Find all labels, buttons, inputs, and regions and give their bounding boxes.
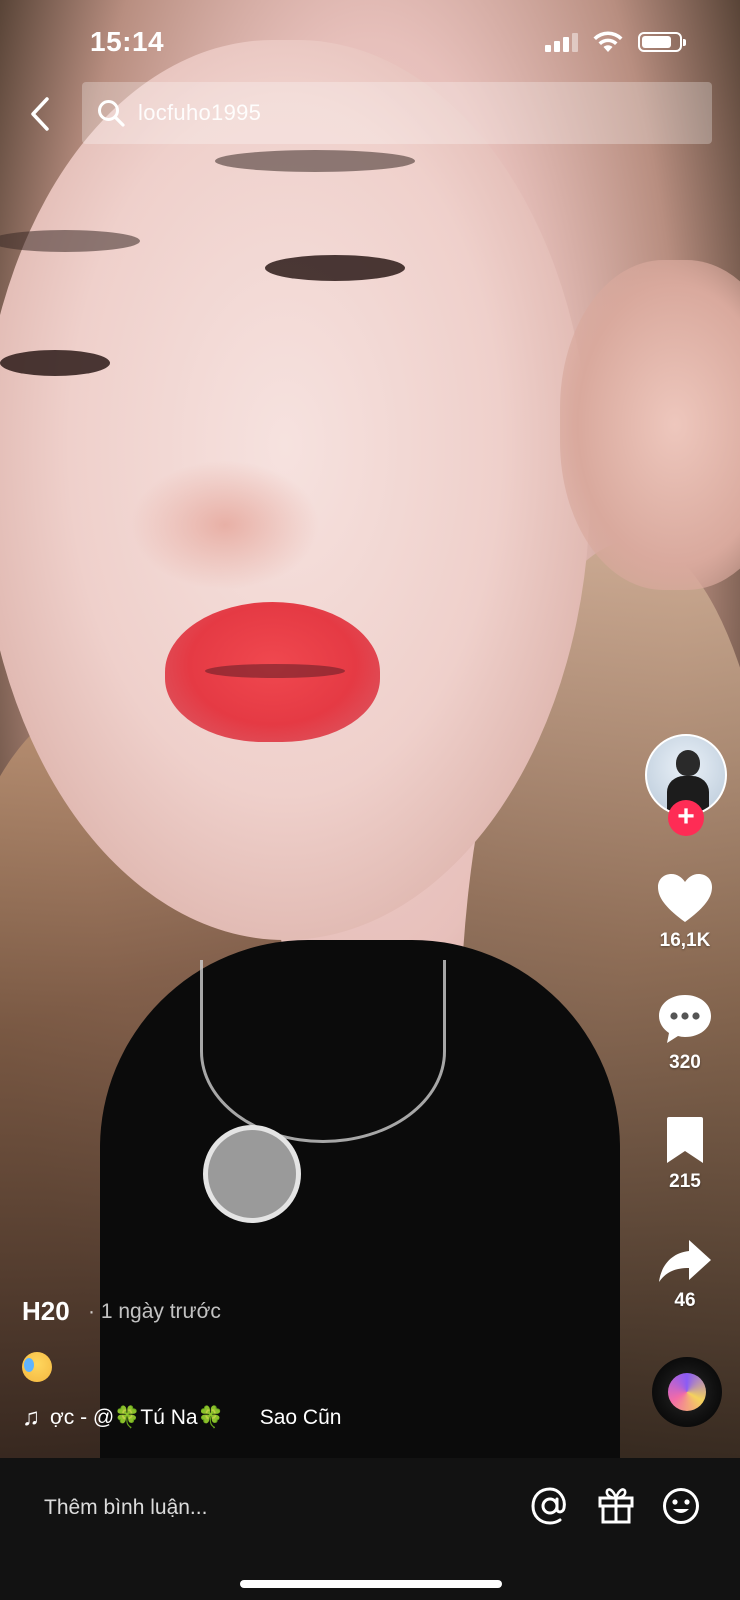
emoji-icon[interactable] bbox=[661, 1486, 701, 1526]
search-bar[interactable]: locfuho1995 bbox=[82, 82, 712, 144]
video-brow-right bbox=[215, 150, 415, 172]
video-lips-line bbox=[205, 664, 345, 678]
share-action[interactable]: 46 bbox=[640, 1238, 730, 1312]
comment-count: 320 bbox=[669, 1052, 701, 1073]
search-query-text: locfuho1995 bbox=[138, 100, 262, 125]
wifi-icon bbox=[593, 31, 623, 52]
comment-icon[interactable] bbox=[656, 992, 714, 1046]
sad-sweat-emoji-icon bbox=[22, 1352, 52, 1382]
music-info[interactable]: ♫ ợc - @🍀Tú Na🍀 Sao Cũn bbox=[22, 1404, 341, 1432]
comment-input[interactable]: Thêm bình luận... bbox=[44, 1496, 207, 1520]
back-button[interactable] bbox=[26, 92, 54, 136]
battery-icon bbox=[638, 32, 686, 52]
like-action[interactable]: 16,1K bbox=[640, 872, 730, 952]
video-pendant bbox=[203, 1125, 301, 1223]
video-player[interactable] bbox=[0, 0, 740, 1458]
creator-avatar-group[interactable]: + bbox=[645, 734, 731, 836]
follow-button[interactable]: + bbox=[668, 800, 704, 836]
video-necklace bbox=[200, 960, 446, 1143]
heart-icon[interactable] bbox=[656, 872, 714, 924]
status-icons bbox=[545, 30, 686, 54]
status-time: 15:14 bbox=[90, 26, 165, 57]
save-action[interactable]: 215 bbox=[640, 1115, 730, 1193]
signal-icon bbox=[545, 32, 578, 52]
music-title: ợc - @🍀Tú Na🍀 bbox=[50, 1406, 224, 1429]
author-name[interactable]: H20 bbox=[22, 1296, 70, 1327]
comment-action[interactable]: 320 bbox=[640, 992, 730, 1074]
search-icon bbox=[98, 100, 125, 127]
mention-icon[interactable] bbox=[530, 1486, 570, 1526]
video-nose bbox=[130, 460, 320, 590]
save-count: 215 bbox=[669, 1171, 701, 1192]
music-title-next: Sao Cũn bbox=[259, 1406, 342, 1429]
comment-bar: Thêm bình luận... bbox=[0, 1458, 740, 1600]
chevron-left-icon bbox=[31, 97, 49, 131]
share-arrow-icon[interactable] bbox=[657, 1238, 713, 1284]
video-face bbox=[0, 40, 590, 940]
video-eye-right bbox=[265, 255, 405, 281]
video-brow-left bbox=[0, 230, 140, 252]
video-eye-left bbox=[0, 350, 110, 376]
music-disc[interactable] bbox=[652, 1357, 722, 1427]
home-indicator[interactable] bbox=[240, 1580, 502, 1588]
gift-icon[interactable] bbox=[596, 1486, 636, 1526]
bookmark-icon[interactable] bbox=[663, 1115, 707, 1165]
battery-level-fill bbox=[642, 36, 671, 48]
share-count: 46 bbox=[674, 1290, 696, 1311]
video-hand bbox=[560, 260, 740, 590]
post-date: · 1 ngày trước bbox=[88, 1300, 221, 1323]
music-disc-cover bbox=[668, 1373, 706, 1411]
music-note-icon: ♫ bbox=[22, 1404, 40, 1431]
like-count: 16,1K bbox=[659, 930, 711, 951]
